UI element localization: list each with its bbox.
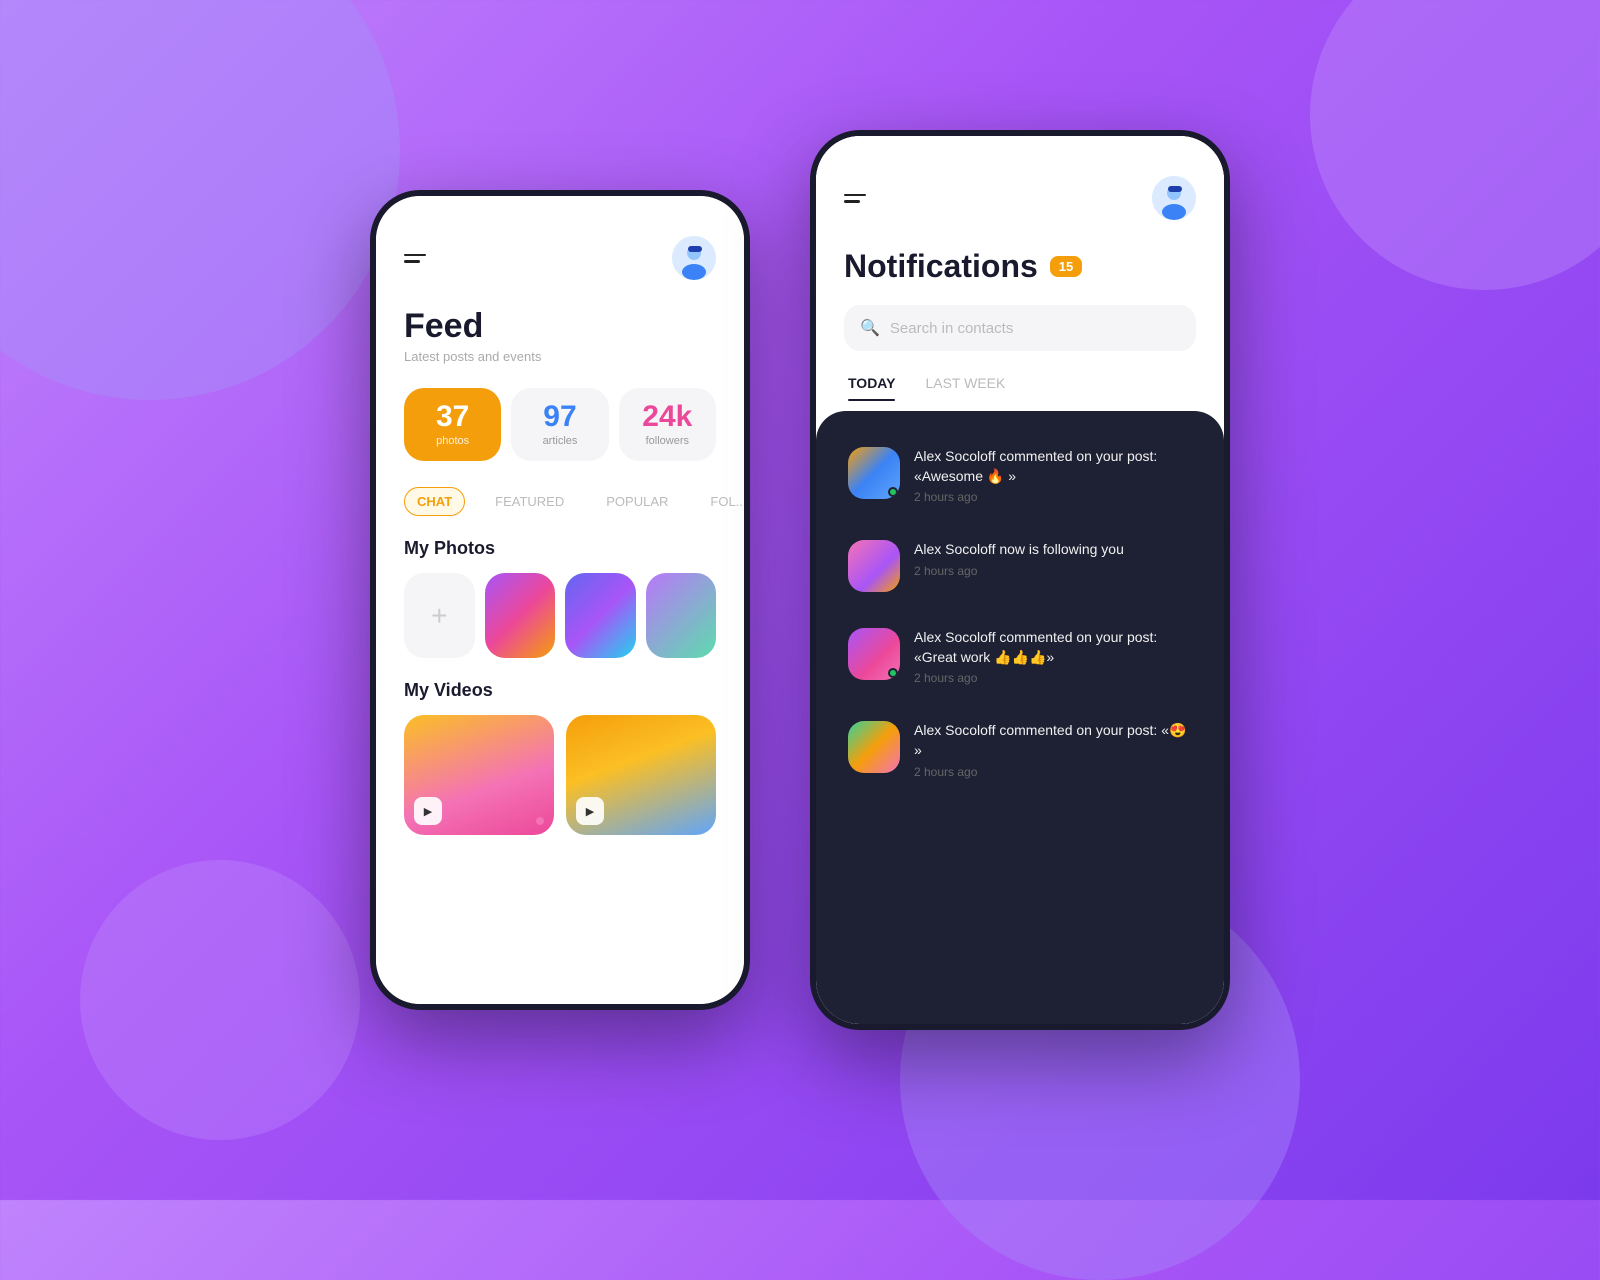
stat-photos[interactable]: 37 photos	[404, 388, 501, 461]
stat-articles-number: 97	[543, 402, 576, 432]
hamburger-menu[interactable]	[404, 254, 426, 263]
video-thumb-2[interactable]: ▶	[566, 715, 716, 835]
notif-item-2[interactable]: Alex Socoloff now is following you 2 hou…	[836, 524, 1204, 608]
notif-text-4: Alex Socoloff commented on your post: «😍…	[914, 721, 1192, 760]
video-thumb-1[interactable]: ▶	[404, 715, 554, 835]
feed-title: Feed	[404, 308, 716, 345]
stats-row: 37 photos 97 articles 24k followers	[404, 388, 716, 461]
notifications-title-row: Notifications 15	[844, 248, 1196, 285]
search-icon: 🔍	[860, 318, 880, 338]
notif-time-1: 2 hours ago	[914, 490, 1192, 504]
notif-content-3: Alex Socoloff commented on your post: «G…	[914, 628, 1192, 685]
notif-content-1: Alex Socoloff commented on your post: «A…	[914, 447, 1192, 504]
user-avatar[interactable]	[672, 236, 716, 280]
tabs-row: CHAT FEATURED POPULAR FOL...	[404, 487, 716, 516]
stat-followers-label: followers	[646, 435, 689, 447]
photo-thumb-3[interactable]	[646, 573, 717, 658]
tab-today[interactable]: TODAY	[848, 375, 895, 401]
feed-title-section: Feed Latest posts and events	[404, 308, 716, 364]
stat-followers-number: 24k	[642, 402, 692, 432]
notif-text-2: Alex Socoloff now is following you	[914, 540, 1192, 560]
notifications-list: Alex Socoloff commented on your post: «A…	[816, 411, 1224, 1024]
notifications-badge: 15	[1050, 256, 1082, 277]
notifications-screen: Notifications 15 🔍 Search in contacts TO…	[816, 136, 1224, 1024]
right-phone: Notifications 15 🔍 Search in contacts TO…	[810, 130, 1230, 1030]
feed-screen: Feed Latest posts and events 37 photos 9…	[376, 196, 744, 1004]
notif-time-2: 2 hours ago	[914, 564, 1192, 578]
notif-top-bar	[844, 176, 1196, 220]
notif-avatar-1	[848, 447, 900, 499]
tab-fol[interactable]: FOL...	[698, 488, 744, 515]
stat-photos-label: photos	[436, 435, 469, 447]
notif-text-1: Alex Socoloff commented on your post: «A…	[914, 447, 1192, 486]
tab-last-week[interactable]: LAST WEEK	[925, 375, 1005, 401]
plus-icon: +	[431, 600, 447, 632]
notifications-title: Notifications	[844, 248, 1038, 285]
notif-tabs: TODAY LAST WEEK	[844, 375, 1196, 401]
notif-avatar-3	[848, 628, 900, 680]
tab-featured[interactable]: FEATURED	[483, 488, 576, 515]
tab-chat[interactable]: CHAT	[404, 487, 465, 516]
notif-item-1[interactable]: Alex Socoloff commented on your post: «A…	[836, 431, 1204, 520]
notif-item-4[interactable]: Alex Socoloff commented on your post: «😍…	[836, 705, 1204, 794]
notif-time-4: 2 hours ago	[914, 765, 1192, 779]
notif-avatar-2	[848, 540, 900, 592]
user-avatar-right[interactable]	[1152, 176, 1196, 220]
hamburger-menu-right[interactable]	[844, 194, 866, 203]
dot-decoration-1	[536, 817, 544, 825]
online-indicator-3	[888, 668, 898, 678]
notif-avatar-4	[848, 721, 900, 773]
stat-followers[interactable]: 24k followers	[619, 388, 716, 461]
online-indicator-1	[888, 487, 898, 497]
tab-popular[interactable]: POPULAR	[594, 488, 680, 515]
notif-content-4: Alex Socoloff commented on your post: «😍…	[914, 721, 1192, 778]
stat-articles[interactable]: 97 articles	[511, 388, 608, 461]
photo-thumb-1[interactable]	[485, 573, 556, 658]
my-photos-title: My Photos	[404, 538, 716, 559]
left-phone: Feed Latest posts and events 37 photos 9…	[370, 190, 750, 1010]
photos-grid: +	[404, 573, 716, 658]
notif-time-3: 2 hours ago	[914, 671, 1192, 685]
feed-header	[404, 236, 716, 280]
search-bar[interactable]: 🔍 Search in contacts	[844, 305, 1196, 351]
add-photo-button[interactable]: +	[404, 573, 475, 658]
play-button-2[interactable]: ▶	[576, 797, 604, 825]
videos-grid: ▶ ▶	[404, 715, 716, 835]
play-button-1[interactable]: ▶	[414, 797, 442, 825]
notif-text-3: Alex Socoloff commented on your post: «G…	[914, 628, 1192, 667]
notif-item-3[interactable]: Alex Socoloff commented on your post: «G…	[836, 612, 1204, 701]
search-placeholder: Search in contacts	[890, 320, 1013, 337]
my-videos-title: My Videos	[404, 680, 716, 701]
feed-subtitle: Latest posts and events	[404, 349, 716, 364]
stat-photos-number: 37	[436, 402, 469, 432]
photo-thumb-2[interactable]	[565, 573, 636, 658]
notif-content-2: Alex Socoloff now is following you 2 hou…	[914, 540, 1192, 578]
stat-articles-label: articles	[543, 435, 578, 447]
notif-header-area: Notifications 15 🔍 Search in contacts TO…	[816, 136, 1224, 401]
